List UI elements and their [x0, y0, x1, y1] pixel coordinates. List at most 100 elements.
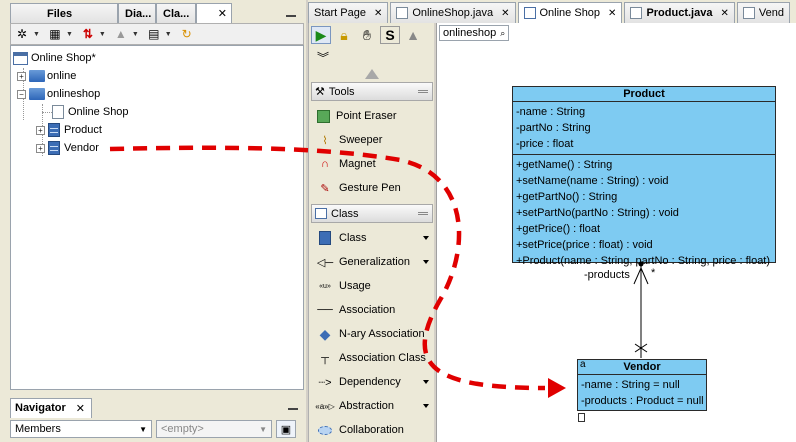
class-name[interactable]: Product	[513, 87, 775, 102]
palette-item-magnet[interactable]: ∩ Magnet	[311, 153, 433, 175]
chevron-down-icon[interactable]: ▼	[33, 31, 40, 38]
close-icon[interactable]: ✕	[374, 8, 382, 19]
chevron-down-icon[interactable]	[423, 404, 429, 408]
view-options-icon[interactable]: ▦	[47, 26, 63, 42]
tab-files[interactable]: Files	[10, 3, 118, 23]
tree-item-vendor[interactable]: + Vendor	[36, 140, 99, 156]
palette-item-abstraction[interactable]: «a»▷ Abstraction	[311, 395, 433, 417]
section-class[interactable]: Class	[311, 204, 433, 223]
lock-icon[interactable]: 🔒︎	[334, 26, 354, 44]
new-item-icon[interactable]: ✲	[14, 26, 30, 42]
class-product[interactable]: Product -name : String -partNo : String …	[512, 86, 776, 267]
breadcrumb[interactable]: onlineshop ⌕	[439, 25, 510, 41]
palette-panel: ▶ 🔒︎ ✋︎ S ▲ ︾ ⚒ Tools Point Eraser ⌇ Swee…	[308, 23, 434, 442]
snap-icon[interactable]: S	[380, 26, 400, 44]
tab-classes[interactable]: Cla...	[156, 3, 196, 23]
search-icon[interactable]: ⌕	[500, 28, 505, 39]
close-icon[interactable]: ✕	[720, 8, 728, 19]
abstraction-icon: «a»▷	[315, 401, 335, 411]
palette-item-collaboration[interactable]: Collaboration	[311, 419, 433, 441]
section-tools[interactable]: ⚒ Tools	[311, 82, 433, 101]
palette-item-nary-association[interactable]: ◆ N-ary Association	[311, 323, 433, 345]
chevron-down-icon: ▼	[259, 424, 267, 434]
tab-product-java[interactable]: Product.java ✕	[624, 2, 735, 23]
association-multiplicity-label[interactable]: *	[651, 267, 655, 279]
chevron-down-icon[interactable]: ▼	[165, 31, 172, 38]
tab-online-shop-diagram[interactable]: Online Shop ✕	[517, 2, 623, 23]
minimize-icon[interactable]	[288, 408, 298, 410]
close-icon[interactable]: ✕	[76, 402, 85, 418]
project-tree[interactable]: Online Shop* + online − onlineshop Onlin…	[10, 45, 304, 390]
chevron-down-icon[interactable]	[423, 260, 429, 264]
tree-item-online[interactable]: + online	[17, 68, 76, 84]
expand-icon[interactable]: +	[17, 71, 26, 81]
tree-item-onlineshop[interactable]: − onlineshop	[17, 86, 100, 102]
operation-row[interactable]: +getPrice() : float	[515, 221, 773, 237]
attribute-row[interactable]: -price : float	[515, 136, 773, 152]
select-tool-icon[interactable]: ▶	[311, 26, 331, 44]
attribute-row[interactable]: -name : String = null	[580, 377, 704, 393]
chevron-double-down-icon[interactable]: ︾	[317, 49, 329, 66]
tab-navigator[interactable]: Navigator ✕	[10, 398, 92, 418]
document-icon[interactable]	[578, 413, 585, 422]
palette-item-association[interactable]: ── Association	[311, 299, 433, 321]
expand-icon[interactable]: +	[36, 143, 45, 153]
attribute-row[interactable]: -products : Product = null	[580, 393, 704, 409]
attribute-row[interactable]: -partNo : String	[515, 120, 773, 136]
diagram-icon	[523, 7, 536, 19]
close-icon[interactable]: ✕	[501, 8, 509, 19]
class-name[interactable]: a Vendor	[578, 359, 706, 375]
palette-item-class[interactable]: Class	[311, 227, 433, 249]
palette-item-usage[interactable]: «u» Usage	[311, 275, 433, 297]
palette-item-association-class[interactable]: ┬ Association Class	[311, 347, 433, 369]
tree-root[interactable]: Online Shop*	[13, 50, 96, 66]
chevron-down-icon[interactable]	[423, 236, 429, 240]
tab-start-page[interactable]: Start Page ✕	[308, 2, 389, 23]
palette-item-dependency[interactable]: ┈> Dependency	[311, 371, 433, 393]
navigator-view-button[interactable]: ▣	[276, 420, 296, 438]
members-select[interactable]: Members ▼	[10, 420, 152, 438]
attribute-row[interactable]: -name : String	[515, 104, 773, 120]
class-vendor[interactable]: a Vendor -name : String = null -products…	[577, 359, 707, 411]
palette-item-gesture-pen[interactable]: ✎ Gesture Pen	[311, 177, 433, 199]
pan-hand-icon[interactable]: ✋︎	[357, 26, 377, 44]
operation-row[interactable]: +setPrice(price : float) : void	[515, 237, 773, 253]
triangle-tool-icon[interactable]: ▲	[403, 26, 423, 44]
chevron-down-icon[interactable]	[423, 380, 429, 384]
close-icon[interactable]: ✕	[218, 7, 227, 20]
operation-row[interactable]: +Product(name : String, partNo : String,…	[515, 253, 773, 269]
empty-select[interactable]: <empty> ▼	[156, 420, 272, 438]
diagram-canvas[interactable]: onlineshop ⌕ Product -name : String -par…	[436, 23, 796, 442]
chevron-down-icon[interactable]: ▼	[66, 31, 73, 38]
sort-icon[interactable]: ⇅	[80, 26, 96, 42]
filter-icon[interactable]: ▤	[146, 26, 162, 42]
tab-vendor-java[interactable]: Vend	[736, 2, 790, 23]
tab-onlineshop-java[interactable]: OnlineShop.java ✕	[390, 2, 516, 23]
up-arrow-icon[interactable]: ▲	[113, 26, 129, 42]
operation-row[interactable]: +setName(name : String) : void	[515, 173, 773, 189]
chevron-down-icon[interactable]: ▼	[132, 31, 139, 38]
scroll-up-icon[interactable]	[365, 69, 379, 79]
expand-icon[interactable]: +	[36, 125, 45, 135]
generalization-icon: ◁─	[316, 256, 334, 269]
tree-item-online-shop-diagram[interactable]: Online Shop	[52, 104, 129, 120]
tree-item-product[interactable]: + Product	[36, 122, 102, 138]
chevron-down-icon: ▼	[139, 424, 147, 434]
palette-item-generalization[interactable]: ◁─ Generalization	[311, 251, 433, 273]
palette-item-sweeper[interactable]: ⌇ Sweeper	[311, 129, 433, 151]
operation-row[interactable]: +getName() : String	[515, 157, 773, 173]
association-role-label[interactable]: -products	[584, 269, 630, 281]
collapse-icon[interactable]: −	[17, 89, 26, 99]
tab-projects[interactable]: ✕	[196, 3, 232, 23]
operation-row[interactable]: +setPartNo(partNo : String) : void	[515, 205, 773, 221]
operation-row[interactable]: +getPartNo() : String	[515, 189, 773, 205]
usage-icon: «u»	[319, 282, 331, 290]
palette-item-point-eraser[interactable]: Point Eraser	[311, 105, 433, 127]
close-icon[interactable]: ✕	[608, 8, 616, 19]
chevron-down-icon[interactable]: ▼	[99, 31, 106, 38]
class-operations: +getName() : String +setName(name : Stri…	[513, 155, 775, 271]
refresh-icon[interactable]: ↻	[179, 26, 195, 42]
window-icon: ▣	[280, 423, 292, 436]
tab-diagrams[interactable]: Dia...	[118, 3, 156, 23]
minimize-icon[interactable]	[286, 15, 296, 17]
